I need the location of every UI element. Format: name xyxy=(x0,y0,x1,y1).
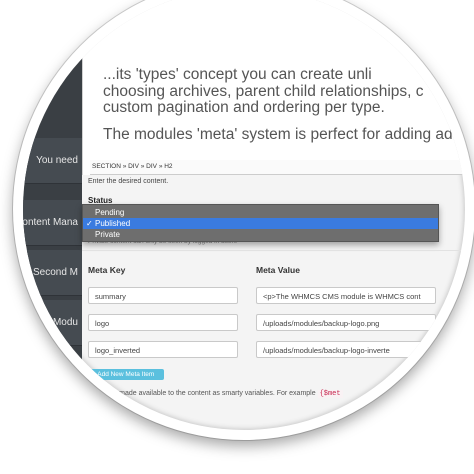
status-option-published[interactable]: ✓ Published xyxy=(83,218,438,229)
meta-value-input-2[interactable]: /uploads/modules/backup-logo.png xyxy=(256,314,436,331)
editor-line-2: choosing archives, parent child relation… xyxy=(103,82,424,100)
status-dropdown[interactable]: Pending ✓ Published Private xyxy=(82,204,439,242)
element-path-bar: SECTION » DIV » DIV » H2 xyxy=(90,160,465,175)
meta-key-header: Meta Key xyxy=(88,265,126,275)
sidebar: You need ontent Mana Second M t Modu xyxy=(23,0,82,430)
meta-footer-code: {$met xyxy=(317,390,343,398)
meta-key-input-3[interactable]: logo_inverted xyxy=(88,341,238,358)
checkmark-icon: ✓ xyxy=(86,219,93,228)
meta-footer-text: ...ues are made available to the content… xyxy=(88,390,343,398)
meta-value-input-1[interactable]: <p>The WHMCS CMS module is WHMCS cont xyxy=(256,287,436,304)
sidebar-item-1[interactable]: You need xyxy=(23,138,82,184)
sidebar-item-2[interactable]: ontent Mana xyxy=(23,200,82,246)
meta-key-input-2[interactable]: logo xyxy=(88,314,238,331)
editor-line-4: The modules 'meta' system is perfect for… xyxy=(103,125,465,143)
editor-body: ...its 'types' concept you can create un… xyxy=(103,66,465,143)
editor-line-1: ...its 'types' concept you can create un… xyxy=(103,66,372,83)
circular-frame: You need ontent Mana Second M t Modu ...… xyxy=(13,0,474,440)
status-option-private[interactable]: Private xyxy=(83,229,438,240)
content-help-text: Enter the desired content. xyxy=(88,178,169,185)
meta-value-header: Meta Value xyxy=(256,265,300,275)
meta-value-input-3[interactable]: /uploads/modules/backup-logo-inverte xyxy=(256,341,436,358)
section-divider xyxy=(82,250,465,251)
screenshot-viewport: You need ontent Mana Second M t Modu ...… xyxy=(23,0,465,430)
editor-line-3: custom pagination and ordering per type. xyxy=(103,99,385,116)
status-option-published-label: Published xyxy=(95,219,131,228)
add-meta-item-button[interactable]: + Add New Meta Item xyxy=(88,369,164,380)
sidebar-item-3[interactable]: Second M xyxy=(23,250,82,296)
meta-footer-description: ...ues are made available to the content… xyxy=(88,390,316,397)
sidebar-item-4[interactable]: t Modu xyxy=(23,300,82,346)
meta-key-input-1[interactable]: summary xyxy=(88,287,238,304)
status-option-pending[interactable]: Pending xyxy=(83,207,438,218)
content-editor[interactable]: ...its 'types' concept you can create un… xyxy=(82,0,465,175)
app-stage: You need ontent Mana Second M t Modu ...… xyxy=(23,0,465,430)
